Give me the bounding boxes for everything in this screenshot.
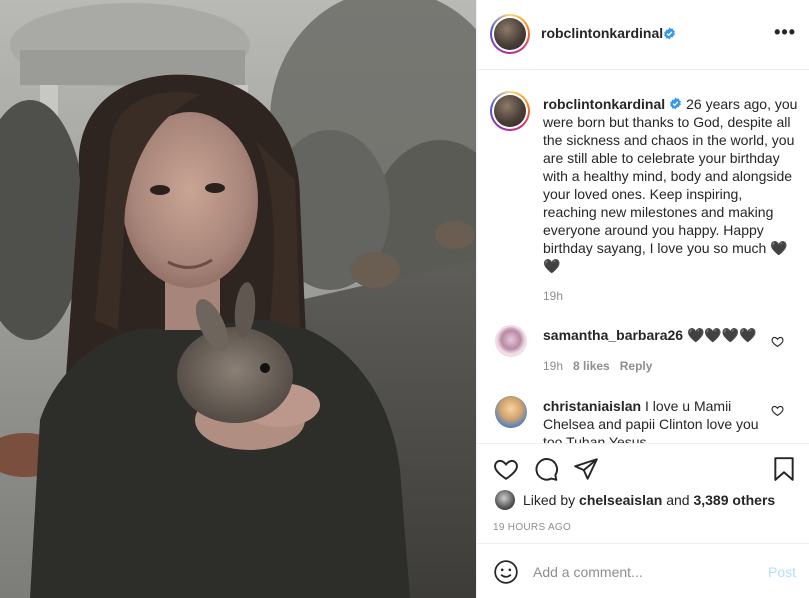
comment-username[interactable]: christaniaislan	[543, 398, 641, 414]
verified-badge-icon	[664, 27, 675, 40]
avatar-image	[494, 18, 526, 50]
like-heart-icon[interactable]	[493, 456, 519, 482]
comment-body: 🖤🖤🖤🖤	[686, 327, 757, 343]
comment-bubble-icon[interactable]	[533, 456, 559, 482]
commenter-avatar[interactable]	[495, 325, 527, 357]
add-comment-bar: Post	[477, 543, 809, 598]
comment-input[interactable]	[533, 561, 753, 583]
comment-text: samantha_barbara26 🖤🖤🖤🖤	[543, 326, 773, 344]
caption-avatar[interactable]	[490, 91, 530, 131]
liker-avatar[interactable]	[495, 490, 515, 510]
author-username[interactable]: robclintonkardinal	[541, 25, 663, 41]
emoji-smiley-icon[interactable]	[493, 559, 519, 585]
post-header: robclintonkardinal •••	[477, 0, 809, 70]
liker-username[interactable]: chelseaislan	[579, 492, 662, 508]
likes-others-link[interactable]: 3,389 others	[693, 492, 775, 508]
comment-meta: 19h 8 likes Reply	[543, 359, 652, 373]
caption-text: robclintonkardinal 26 years ago, you wer…	[543, 95, 799, 275]
verified-badge-icon	[670, 97, 682, 110]
author-avatar[interactable]	[490, 14, 530, 54]
liked-by-prefix: Liked by	[523, 492, 576, 508]
caption-time[interactable]: 19h	[543, 289, 563, 303]
commenter-avatar[interactable]	[495, 396, 527, 428]
more-options-button[interactable]: •••	[774, 23, 796, 41]
liked-by: Liked by chelseaislan and 3,389 others	[495, 490, 775, 510]
post-photo[interactable]	[0, 0, 476, 598]
caption-body: 26 years ago, you were born but thanks t…	[543, 96, 798, 274]
comment-text: christaniaislan I love u Mamii Chelsea a…	[543, 397, 773, 443]
post-timestamp[interactable]: 19 HOURS AGO	[493, 522, 571, 533]
share-paper-plane-icon[interactable]	[573, 456, 599, 482]
instagram-post: robclintonkardinal ••• robclintonkardina…	[0, 0, 809, 598]
comment-time[interactable]: 19h	[543, 359, 563, 373]
comments-area[interactable]: robclintonkardinal 26 years ago, you wer…	[477, 71, 809, 443]
like-comment-heart-icon[interactable]	[771, 335, 784, 348]
comment-username[interactable]: samantha_barbara26	[543, 327, 683, 343]
caption-username[interactable]: robclintonkardinal	[543, 96, 665, 112]
comment-likes[interactable]: 8 likes	[573, 359, 610, 373]
liked-by-connector: and	[666, 492, 690, 508]
post-actions: Liked by chelseaislan and 3,389 others 1…	[477, 443, 809, 543]
avatar-image	[494, 95, 526, 127]
like-comment-heart-icon[interactable]	[771, 404, 784, 417]
reply-button[interactable]: Reply	[620, 359, 653, 373]
save-bookmark-icon[interactable]	[771, 456, 797, 482]
photo-illustration	[0, 0, 476, 598]
post-sidebar: robclintonkardinal ••• robclintonkardina…	[476, 0, 809, 598]
post-comment-button[interactable]: Post	[768, 564, 796, 580]
